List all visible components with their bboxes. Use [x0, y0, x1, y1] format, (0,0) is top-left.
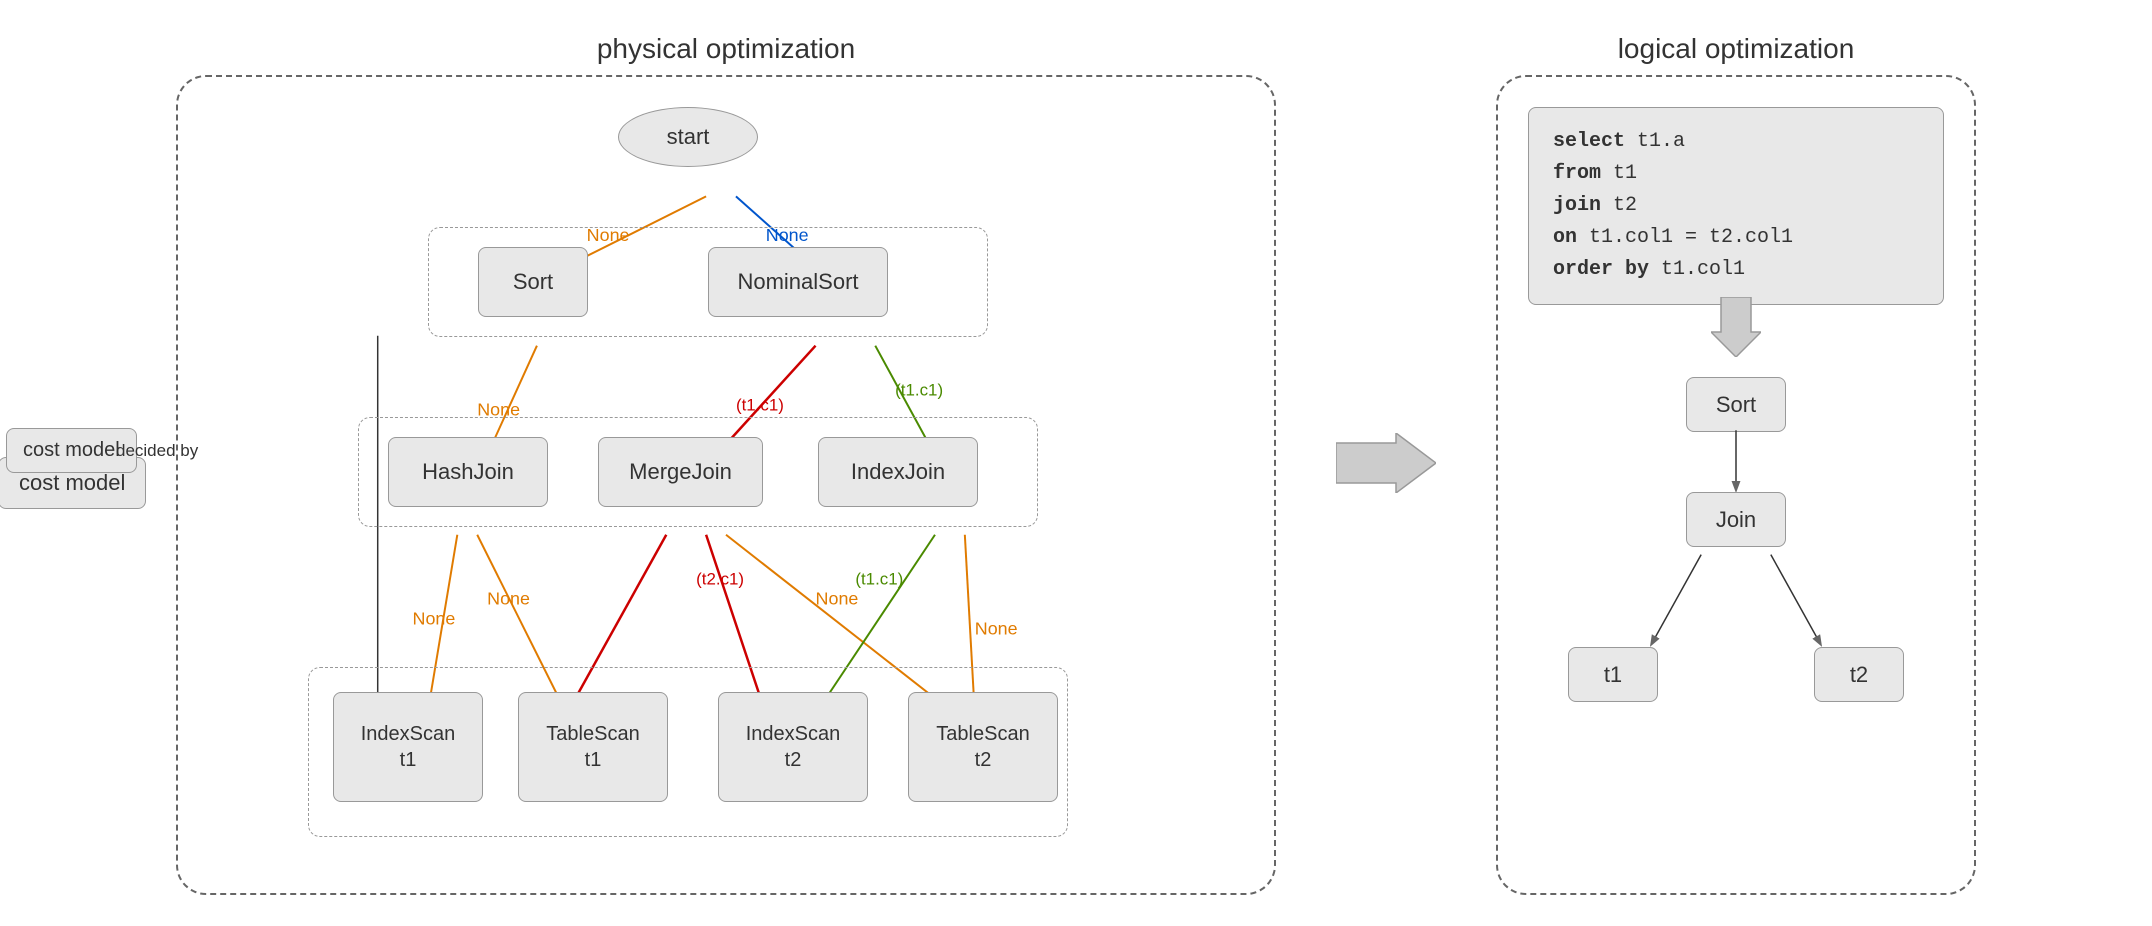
svg-text:None: None [975, 618, 1018, 638]
start-node: start [618, 107, 758, 167]
hashjoin-node: HashJoin [388, 437, 548, 507]
nominalsort-node: NominalSort [708, 247, 888, 317]
svg-text:(t2.c1): (t2.c1) [696, 570, 744, 589]
logical-sort-node: Sort [1686, 377, 1786, 432]
code-box: select t1.a from t1 join t2 on t1.col1 =… [1528, 107, 1944, 305]
indexscan-t1-node: IndexScan t1 [333, 692, 483, 802]
svg-text:(t1.c1): (t1.c1) [736, 395, 784, 414]
physical-dashed-border: cost model [176, 75, 1276, 895]
physical-section: physical optimization cost model [176, 33, 1276, 893]
main-container: physical optimization cost model [0, 0, 2152, 926]
svg-text:None: None [816, 588, 859, 608]
logical-t1-node: t1 [1568, 647, 1658, 702]
physical-title: physical optimization [176, 33, 1276, 65]
mergejoin-node: MergeJoin [598, 437, 763, 507]
logical-t2-node: t2 [1814, 647, 1904, 702]
indexjoin-node: IndexJoin [818, 437, 978, 507]
svg-text:None: None [487, 588, 530, 608]
svg-text:None: None [413, 608, 456, 628]
down-arrow [1711, 297, 1761, 362]
logical-join-node: Join [1686, 492, 1786, 547]
svg-text:(t1.c1): (t1.c1) [855, 570, 903, 589]
svg-text:(t1.c1): (t1.c1) [895, 380, 943, 399]
logical-section: logical optimization select t1.a from t1… [1496, 33, 1976, 893]
logical-dashed-border: select t1.a from t1 join t2 on t1.col1 =… [1496, 75, 1976, 895]
tablescan-t2-node: TableScan t2 [908, 692, 1058, 802]
sort-node: Sort [478, 247, 588, 317]
tablescan-t1-node: TableScan t1 [518, 692, 668, 802]
decided-by-label: decided by [116, 441, 198, 461]
section-arrow [1336, 433, 1436, 493]
indexscan-t2-node: IndexScan t2 [718, 692, 868, 802]
logical-title: logical optimization [1496, 33, 1976, 65]
